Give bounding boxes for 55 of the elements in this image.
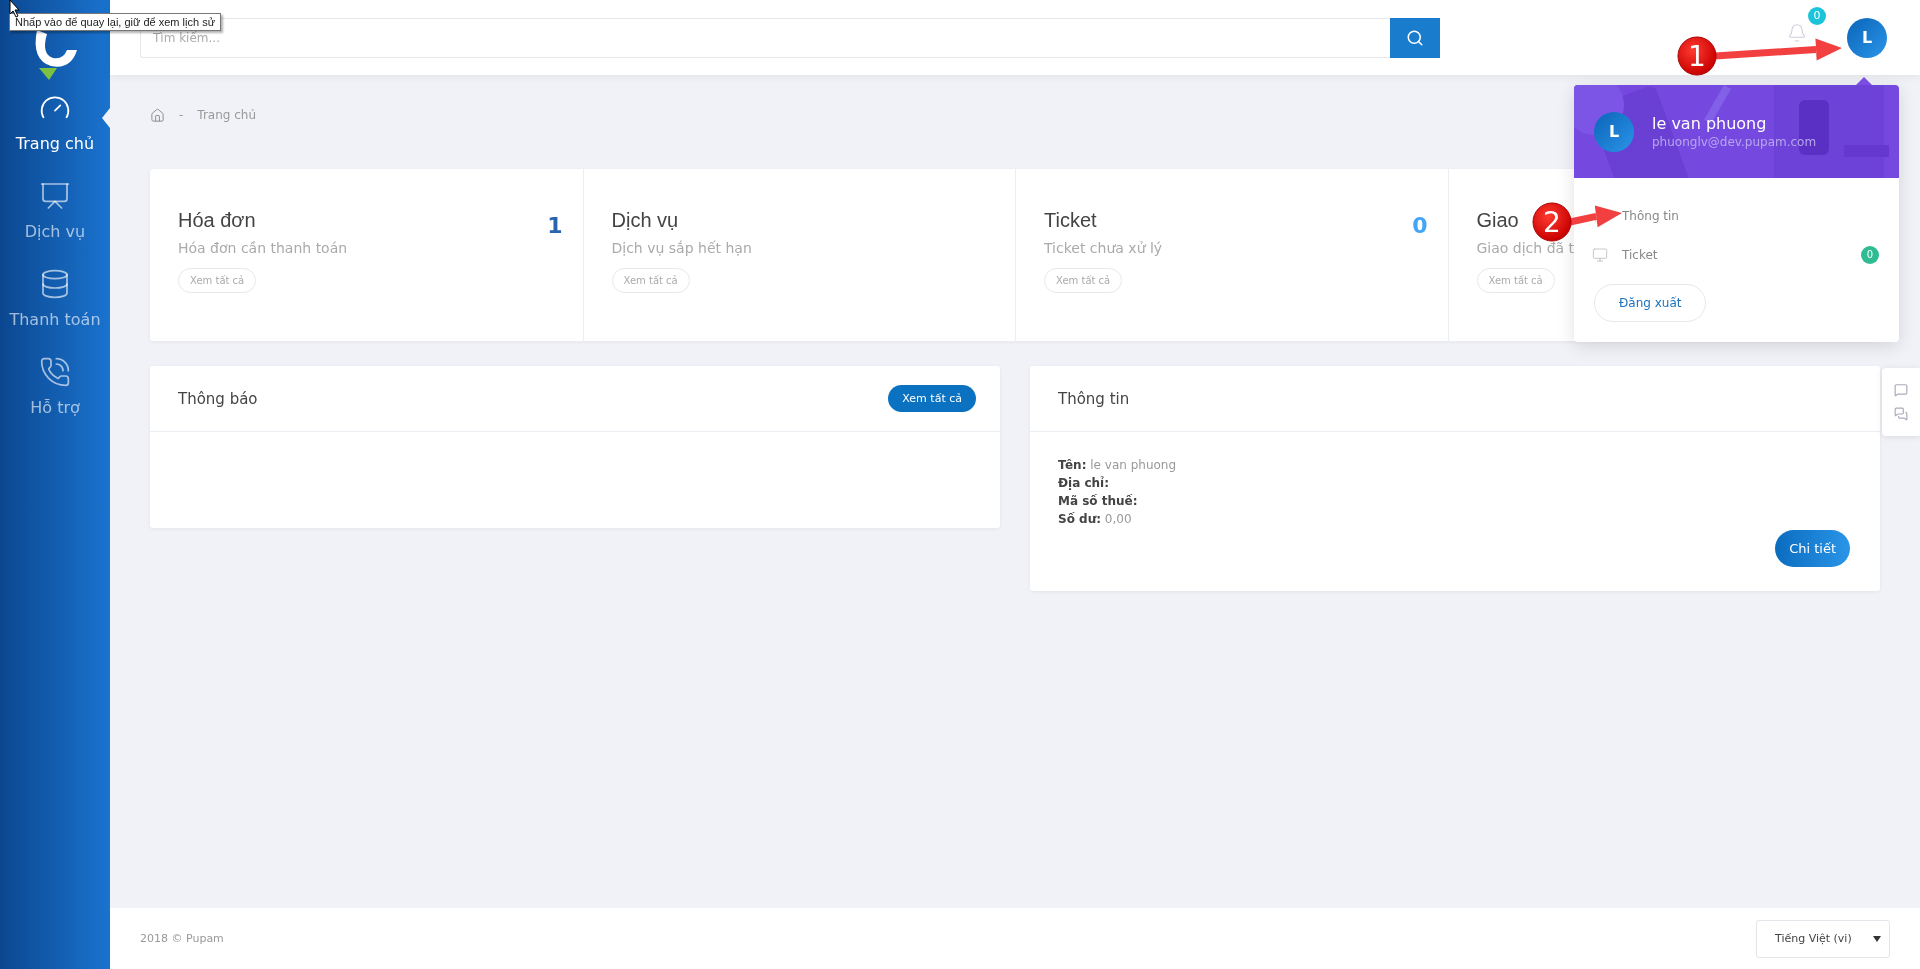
stat-title: Dịch vụ bbox=[611, 209, 679, 232]
user-name: le van phuong bbox=[1652, 114, 1768, 133]
search-button[interactable] bbox=[1390, 17, 1440, 58]
menu-item[interactable]: Ticket 0 bbox=[1574, 235, 1899, 274]
chart-icon bbox=[39, 180, 71, 212]
sidebar-item[interactable]: Hỗ trợ bbox=[0, 346, 110, 434]
selection-notch bbox=[102, 108, 110, 128]
sidebar-item[interactable]: Thanh toán bbox=[0, 258, 110, 346]
view-all-button[interactable]: Xem tất cả bbox=[178, 268, 257, 293]
panel-title: Thông tin bbox=[1058, 389, 1130, 408]
stat-value: 1 bbox=[547, 213, 563, 238]
view-all-button[interactable]: Xem tất cả bbox=[1044, 268, 1123, 293]
info-line: Mã số thuế: bbox=[1058, 493, 1139, 510]
cursor-icon bbox=[9, 0, 20, 18]
message-icon[interactable] bbox=[1894, 383, 1908, 397]
stat-title: Giao bbox=[1476, 209, 1519, 232]
callout-number: 1 bbox=[1688, 40, 1706, 73]
chat-icon[interactable] bbox=[1894, 407, 1908, 421]
callout-number: 2 bbox=[1543, 206, 1561, 239]
view-all-button[interactable]: Xem tất cả bbox=[888, 385, 976, 412]
stat-subtitle: Hóa đơn cần thanh toán bbox=[178, 240, 348, 256]
sidebar-item[interactable]: Dịch vụ bbox=[0, 170, 110, 258]
ticket-count: 0 bbox=[1861, 245, 1879, 264]
panel-title: Thông báo bbox=[178, 389, 258, 408]
avatar-button[interactable]: L bbox=[1847, 17, 1887, 58]
support-icon bbox=[39, 356, 71, 388]
view-all-button[interactable]: Xem tất cả bbox=[611, 268, 690, 293]
copyright-text: 2018 © Pupam bbox=[140, 932, 224, 945]
notification-count: 0 bbox=[1808, 6, 1826, 25]
info-line: Số dư: 0,00 bbox=[1058, 511, 1133, 528]
sidebar-item[interactable]: Trang chủ bbox=[0, 82, 110, 170]
details-button[interactable]: Chi tiết bbox=[1775, 530, 1850, 567]
breadcrumb-separator: - bbox=[179, 108, 184, 122]
language-select[interactable]: Tiếng Việt (vi) bbox=[1756, 919, 1890, 958]
search-icon bbox=[1406, 28, 1424, 47]
stat-title: Hóa đơn bbox=[178, 209, 256, 232]
info-line: Tên: le van phuong bbox=[1058, 457, 1178, 474]
stat-subtitle: Ticket chưa xử lý bbox=[1044, 240, 1163, 256]
coins-icon bbox=[39, 268, 71, 300]
home-link[interactable] bbox=[150, 107, 165, 123]
callout-arrow bbox=[1569, 205, 1622, 228]
stat-title: Ticket bbox=[1044, 209, 1097, 232]
notification-button[interactable] bbox=[1787, 22, 1807, 43]
user-email: phuonglv@dev.pupam.com bbox=[1652, 135, 1817, 149]
callout-badge bbox=[1532, 202, 1572, 242]
info-line: Địa chỉ: bbox=[1058, 475, 1110, 492]
stat-subtitle: Dịch vụ sắp hết hạn bbox=[611, 240, 752, 256]
stat-value: 0 bbox=[1412, 213, 1428, 238]
monitor-icon bbox=[1592, 246, 1608, 263]
logout-button[interactable]: Đăng xuất bbox=[1594, 284, 1707, 322]
stat-subtitle: Giao dịch đã t bbox=[1476, 240, 1575, 256]
caret-icon bbox=[1873, 935, 1881, 942]
view-all-button[interactable]: Xem tất cả bbox=[1476, 268, 1555, 293]
breadcrumb-current: Trang chủ bbox=[197, 108, 257, 122]
callout-badge bbox=[1677, 36, 1717, 76]
